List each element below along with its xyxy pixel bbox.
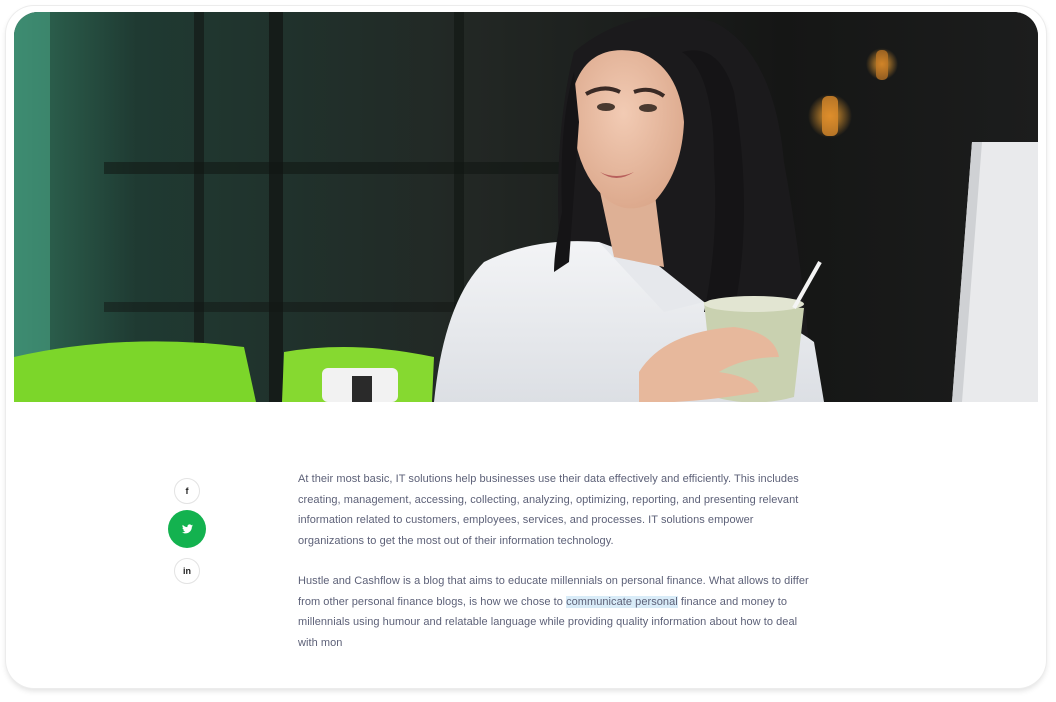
article-card: f in At their most basic, IT solutions h… xyxy=(6,6,1046,688)
facebook-share-button[interactable]: f xyxy=(174,478,200,504)
article-body: At their most basic, IT solutions help b… xyxy=(298,469,818,673)
linkedin-icon: in xyxy=(183,566,191,576)
text-selection-highlight: communicate personal xyxy=(566,595,678,608)
linkedin-share-button[interactable]: in xyxy=(174,558,200,584)
article-paragraph-2: Hustle and Cashflow is a blog that aims … xyxy=(298,571,818,653)
twitter-share-button[interactable] xyxy=(168,510,206,548)
hero-image xyxy=(14,12,1038,402)
facebook-icon: f xyxy=(185,486,189,496)
hero-photo xyxy=(14,12,1038,402)
article-paragraph-1: At their most basic, IT solutions help b… xyxy=(298,473,799,547)
twitter-icon xyxy=(181,524,193,534)
